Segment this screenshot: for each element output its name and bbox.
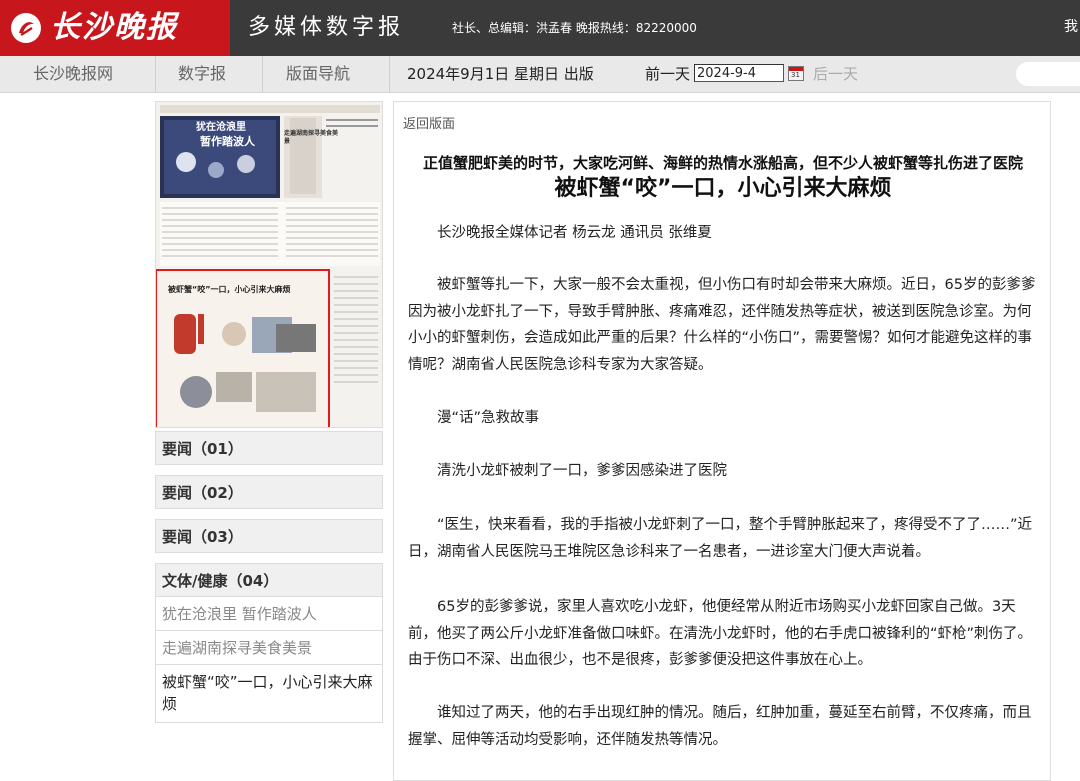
back-to-page-link[interactable]: 返回版面 bbox=[403, 116, 455, 134]
section-news-01[interactable]: 要闻（01） bbox=[155, 431, 383, 465]
nav-divider bbox=[262, 56, 263, 92]
thumbnail-right-headline: 走遍湖南探寻美食美景 bbox=[284, 130, 339, 145]
article-paragraph: 漫“话”急救故事 bbox=[437, 410, 540, 426]
top-header-bar: 长沙晚报 多媒体数字报 社长、总编辑：洪孟春 晚报热线：82220000 我 bbox=[0, 0, 1080, 56]
article-paragraph: 清洗小龙虾被刺了一口，爹爹因感染进了医院 bbox=[437, 463, 727, 479]
section-news-03[interactable]: 要闻（03） bbox=[155, 519, 383, 553]
article-link[interactable]: 走遍湖南探寻美食美景 bbox=[155, 631, 383, 665]
next-day-link[interactable]: 后一天 bbox=[813, 56, 858, 92]
nav-divider bbox=[155, 56, 156, 92]
logo-text: 长沙晚报 bbox=[50, 10, 178, 45]
article-subtitle: 正值蟹肥虾美的时节，大家吃河鲜、海鲜的热情水涨船高，但不少人被虾蟹等扎伤进了医院 bbox=[422, 154, 1023, 172]
article-link-current[interactable]: 被虾蟹“咬”一口，小心引来大麻烦 bbox=[155, 665, 383, 723]
nav-item-digital-paper[interactable]: 数字报 bbox=[178, 56, 226, 92]
section-culture-health-04[interactable]: 文体/健康（04） bbox=[155, 563, 383, 597]
article-paragraph: 谁知过了两天，他的右手出现红肿的情况。随后，红肿加重，蔓延至右前臂，不仅疼痛，而… bbox=[408, 705, 1032, 748]
search-input[interactable] bbox=[1016, 62, 1080, 86]
newspaper-logo-icon bbox=[11, 13, 41, 43]
logo[interactable]: 长沙晚报 bbox=[0, 0, 230, 56]
article-link[interactable]: 犹在沧浪里 暂作踏波人 bbox=[155, 597, 383, 631]
thumbnail-headline-1: 犹在沧浪里 bbox=[196, 122, 246, 133]
nav-bar: 长沙晚报网 数字报 版面导航 2024年9月1日 星期日 出版 前一天 后一天 bbox=[0, 56, 1080, 93]
prev-day-link[interactable]: 前一天 bbox=[645, 56, 690, 92]
site-title: 多媒体数字报 bbox=[248, 15, 405, 40]
article-paragraph: “医生，快来看看，我的手指被小龙虾刺了一口，整个手臂肿胀起来了，疼得受不了了……… bbox=[408, 517, 1033, 560]
article-panel: 返回版面 正值蟹肥虾美的时节，大家吃河鲜、海鲜的热情水涨船高，但不少人被虾蟹等扎… bbox=[393, 101, 1051, 781]
top-right-link[interactable]: 我 bbox=[1064, 16, 1078, 38]
article-paragraph: 65岁的彭爹爹说，家里人喜欢吃小龙虾，他便经常从附近市场购买小龙虾回家自己做。3… bbox=[408, 599, 1033, 668]
article-byline: 长沙晚报全媒体记者 杨云龙 通讯员 张维夏 bbox=[437, 225, 712, 241]
nav-item-changsha-evening-news-site[interactable]: 长沙晚报网 bbox=[33, 56, 113, 92]
calendar-day: 31 bbox=[791, 71, 800, 79]
calendar-icon[interactable]: 31 bbox=[788, 66, 804, 81]
nav-item-page-navigation[interactable]: 版面导航 bbox=[286, 56, 350, 92]
editor-info: 社长、总编辑：洪孟春 晚报热线：82220000 bbox=[452, 21, 697, 35]
section-news-02[interactable]: 要闻（02） bbox=[155, 475, 383, 509]
publication-date: 2024年9月1日 星期日 出版 bbox=[407, 65, 594, 83]
current-article-highlight[interactable] bbox=[156, 269, 330, 427]
nav-divider bbox=[389, 56, 390, 92]
page-thumbnail[interactable]: 犹在沧浪里 暂作踏波人 走遍湖南探寻美食美景 被虾蟹“咬”一口，小心引来大麻烦 bbox=[155, 101, 383, 428]
date-input[interactable] bbox=[694, 64, 784, 82]
article-paragraph: 被虾蟹等扎一下，大家一般不会太重视，但小伤口有时却会带来大麻烦。近日，65岁的彭… bbox=[408, 277, 1036, 373]
thumbnail-headline-2: 暂作踏波人 bbox=[200, 135, 255, 148]
article-headline: 被虾蟹“咬”一口，小心引来大麻烦 bbox=[554, 176, 892, 201]
